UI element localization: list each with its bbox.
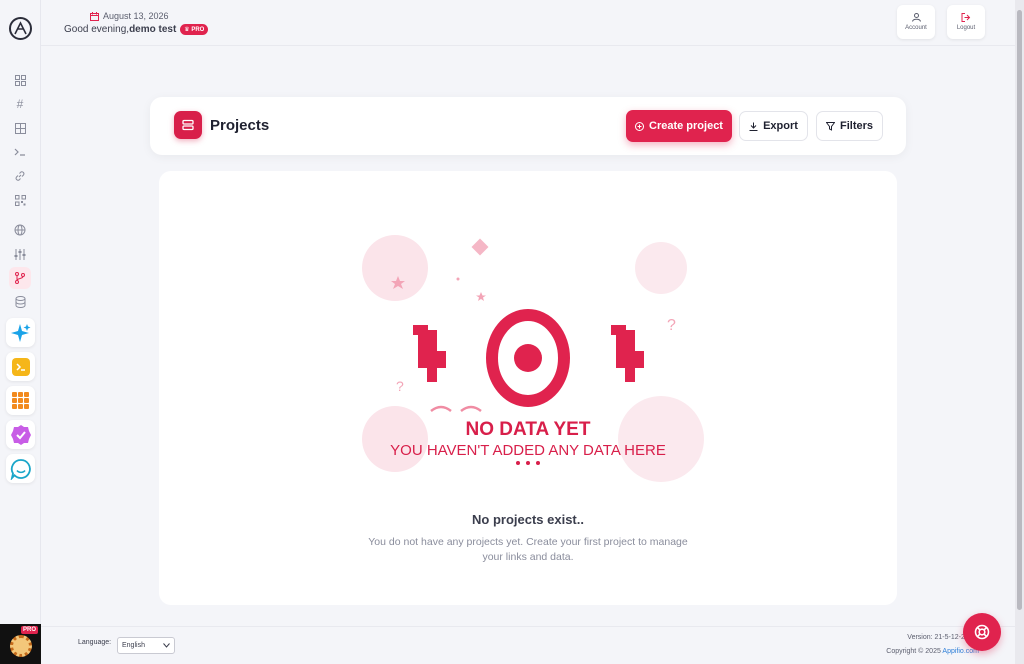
terminal-app-icon[interactable] [6, 352, 35, 381]
export-button[interactable]: Export [739, 111, 808, 141]
date-text: August 13, 2026 [103, 11, 169, 21]
account-label: Account [905, 25, 927, 31]
hash-icon[interactable]: # [9, 93, 31, 115]
verified-app-icon[interactable] [6, 420, 35, 449]
footer-divider [41, 626, 1015, 627]
calendar-icon [90, 11, 99, 21]
copyright: Copyright © 2025 Appifio.com [886, 648, 979, 655]
branch-icon[interactable] [9, 267, 31, 289]
svg-text:?: ? [667, 317, 676, 334]
apps-grid-icon[interactable] [6, 386, 35, 415]
sidebar: # PRO [0, 0, 41, 664]
plus-circle-icon [635, 121, 644, 131]
sparkle-app-icon[interactable] [6, 318, 35, 347]
chevron-down-icon [163, 643, 170, 648]
page-scrollbar[interactable] [1015, 0, 1024, 664]
qr-icon[interactable] [9, 189, 31, 211]
user-icon [911, 13, 921, 22]
link-icon[interactable] [9, 165, 31, 187]
app-logo-icon[interactable] [9, 17, 32, 40]
filters-label: Filters [839, 120, 873, 132]
create-project-label: Create project [649, 120, 723, 132]
greeting-prefix: Good evening, [64, 24, 130, 35]
language-value: English [122, 642, 145, 649]
empty-state-description: You do not have any projects yet. Create… [368, 536, 688, 563]
user-name: demo test [129, 24, 177, 35]
digit-4-left [413, 325, 446, 382]
user-pro-badge: PRO [20, 626, 38, 634]
filter-icon [825, 121, 835, 131]
table-icon[interactable] [9, 117, 31, 139]
database-icon[interactable] [9, 291, 31, 313]
sliders-icon[interactable] [9, 243, 31, 265]
header-divider [41, 45, 1015, 46]
digit-4-right [611, 325, 644, 382]
user-avatar[interactable]: PRO [0, 624, 41, 664]
support-button[interactable] [963, 613, 1001, 651]
svg-text:?: ? [396, 378, 404, 394]
chat-app-icon[interactable] [6, 454, 35, 483]
empty-state-card: ? ? NO DATA YET YOU HAVEN'T ADDED ANY DA… [159, 171, 897, 605]
projects-icon [174, 111, 202, 139]
export-label: Export [763, 120, 798, 132]
empty-state-title: No projects exist.. [472, 512, 584, 527]
copyright-prefix: Copyright © 2025 [886, 648, 941, 655]
globe-icon[interactable] [9, 219, 31, 241]
logout-icon [961, 13, 971, 22]
pro-badge-label: PRO [191, 27, 205, 33]
logout-button[interactable]: Logout [947, 5, 985, 39]
illustration-no-data: NO DATA YET [466, 419, 591, 440]
current-date: August 13, 2026 [90, 11, 169, 21]
projects-toolbar: Projects Create project Export Filters [150, 97, 906, 155]
account-button[interactable]: Account [897, 5, 935, 39]
create-project-button[interactable]: Create project [626, 110, 732, 142]
lifebuoy-icon [974, 624, 990, 640]
scrollbar-thumb[interactable] [1017, 10, 1022, 610]
language-label: Language: [78, 639, 112, 646]
illustration-subtitle: YOU HAVEN'T ADDED ANY DATA HERE [390, 442, 666, 459]
page-title: Projects [210, 117, 270, 134]
logout-label: Logout [956, 25, 976, 31]
filters-button[interactable]: Filters [816, 111, 883, 141]
language-select[interactable]: English [117, 637, 175, 654]
greeting: Good evening,demo test ♛ PRO [64, 24, 209, 35]
download-icon [749, 122, 758, 131]
avatar-image [10, 635, 32, 657]
terminal-icon[interactable] [9, 141, 31, 163]
pro-badge: ♛ PRO [180, 24, 209, 35]
grid-icon[interactable] [9, 69, 31, 91]
empty-state-illustration: ? ? NO DATA YET YOU HAVEN'T ADDED ANY DA… [362, 235, 704, 482]
